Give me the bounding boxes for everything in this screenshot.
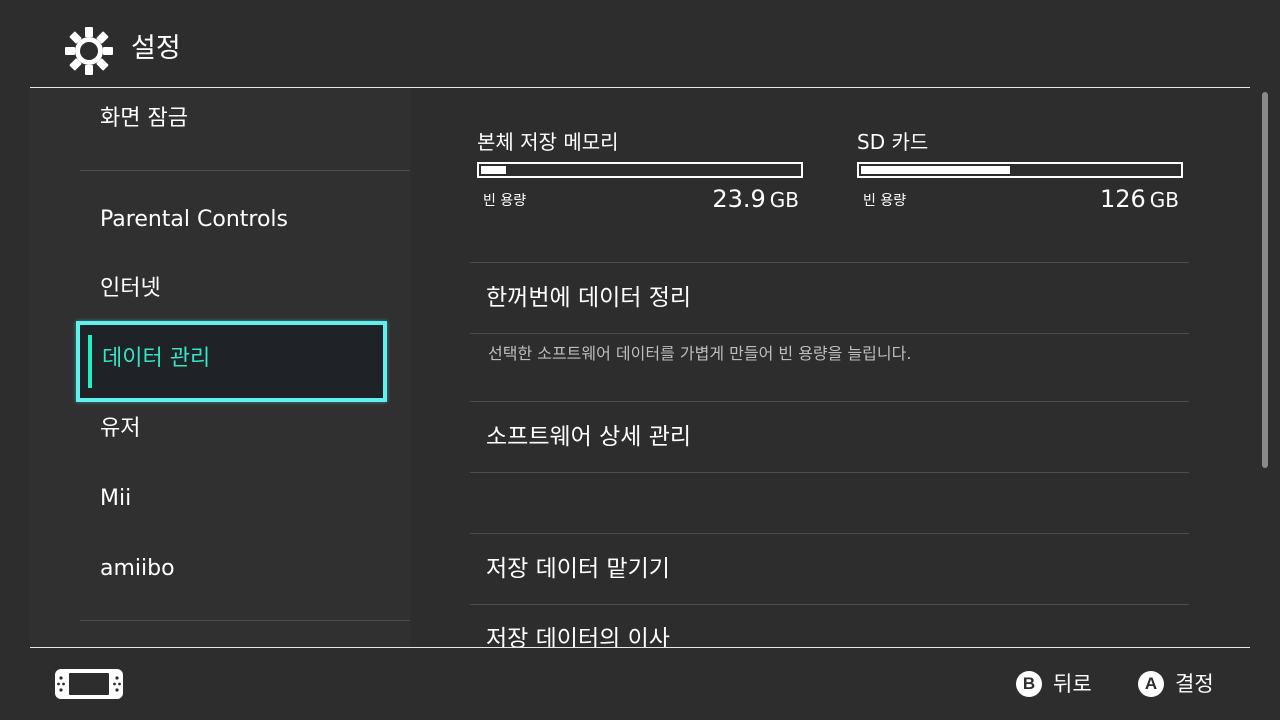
sidebar-item-users[interactable]: 유저 (100, 414, 140, 444)
sidebar-item-mii[interactable]: Mii (100, 484, 131, 514)
confirm-label: 결정 (1175, 672, 1214, 696)
b-button-icon: B (1016, 671, 1042, 697)
settings-screen: 설정 화면 잠금 Parental Controls 인터넷 유저 Mii am… (0, 0, 1280, 720)
selection-accent-bar (88, 335, 92, 388)
sidebar-item-parental-controls[interactable]: Parental Controls (100, 205, 288, 235)
switch-console-icon (55, 669, 123, 699)
sd-card-storage: SD 카드 빈 용량 126 GB (857, 128, 1183, 213)
sidebar-item-internet[interactable]: 인터넷 (100, 274, 161, 304)
free-space-label: 빈 용량 (863, 193, 907, 209)
main-panel: 본체 저장 메모리 빈 용량 23.9 GB SD 카드 빈 용량 126 GB 한… (410, 88, 1250, 647)
free-space-label: 빈 용량 (483, 193, 527, 209)
header: 설정 (0, 0, 1280, 88)
menu-divider (470, 401, 1189, 402)
storage-usage-fill (861, 166, 1011, 174)
sidebar-item-amiibo[interactable]: amiibo (100, 554, 175, 584)
back-hint[interactable]: B 뒤로 (1016, 670, 1092, 698)
menu-item-save-data-backup[interactable]: 저장 데이터 맡기기 (486, 553, 670, 585)
sidebar-item-data-management[interactable]: 데이터 관리 (76, 321, 387, 402)
confirm-hint[interactable]: A 결정 (1138, 670, 1214, 698)
gear-icon (65, 27, 113, 75)
sidebar-item-screen-lock[interactable]: 화면 잠금 (100, 104, 188, 134)
free-space-number: 23.9 (712, 185, 766, 213)
menu-item-description: 선택한 소프트웨어 데이터를 가볍게 만들어 빈 용량을 늘립니다. (488, 344, 912, 363)
sidebar-divider (80, 620, 410, 621)
storage-usage-fill (481, 166, 507, 174)
sidebar-divider (80, 170, 410, 171)
storage-name: SD 카드 (857, 130, 929, 154)
storage-usage-bar (857, 162, 1183, 178)
free-space-value: 126 GB (1100, 184, 1179, 215)
internal-storage: 본체 저장 메모리 빈 용량 23.9 GB (477, 128, 803, 213)
menu-divider (470, 604, 1189, 605)
free-space-unit: GB (1149, 188, 1179, 212)
menu-item-bulk-cleanup[interactable]: 한꺼번에 데이터 정리 (486, 282, 691, 314)
menu-item-save-data-transfer[interactable]: 저장 데이터의 이사 (486, 623, 670, 647)
menu-divider (470, 333, 1189, 334)
menu-divider (470, 472, 1189, 473)
menu-divider (470, 533, 1189, 534)
free-space-unit: GB (769, 188, 799, 212)
free-space-number: 126 (1099, 185, 1146, 213)
menu-item-software-detail[interactable]: 소프트웨어 상세 관리 (486, 421, 691, 453)
a-button-icon: A (1138, 671, 1164, 697)
scrollbar[interactable] (1262, 92, 1268, 468)
storage-usage-bar (477, 162, 803, 178)
storage-name: 본체 저장 메모리 (477, 130, 619, 154)
back-label: 뒤로 (1053, 672, 1092, 696)
menu-divider (470, 262, 1189, 263)
free-space-value: 23.9 GB (712, 184, 799, 215)
sidebar-item-label: 데이터 관리 (102, 346, 211, 371)
page-title: 설정 (131, 33, 181, 64)
footer: B 뒤로 A 결정 (0, 648, 1280, 720)
